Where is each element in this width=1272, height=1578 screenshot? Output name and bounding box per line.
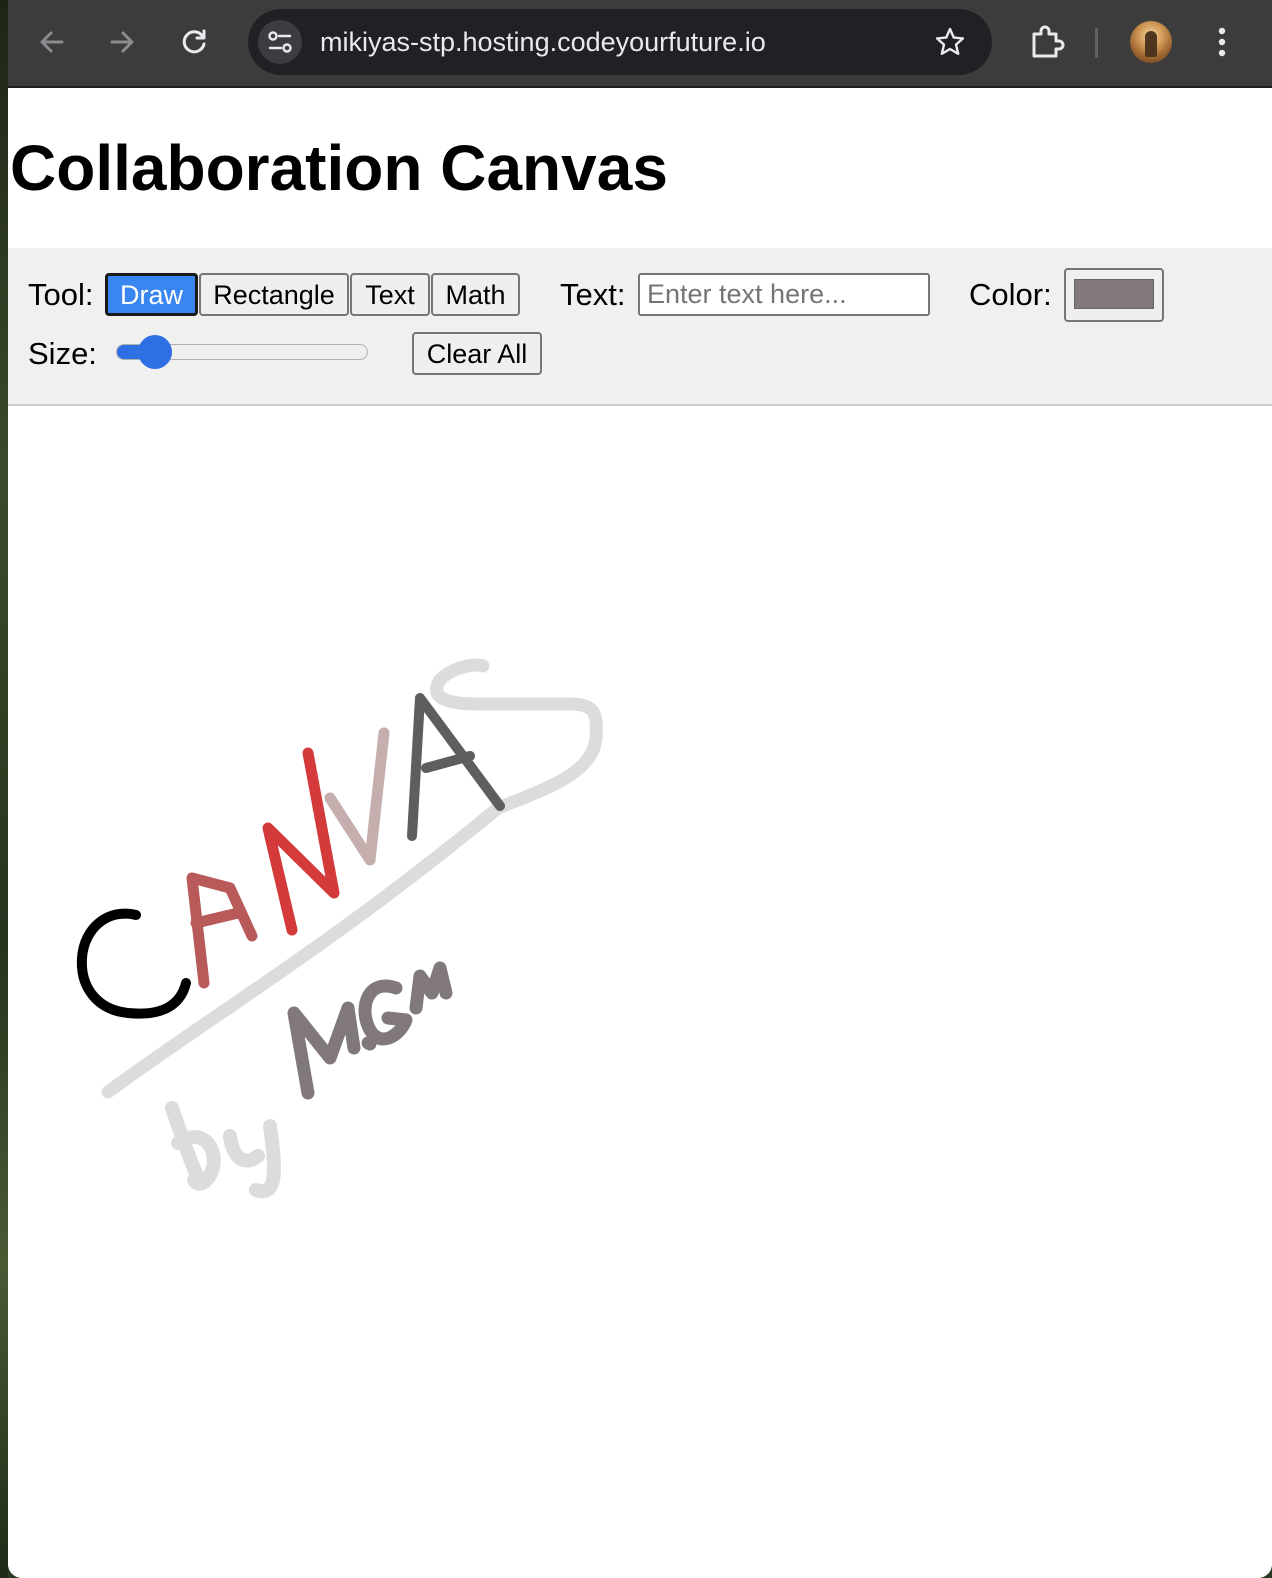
browser-window: mikiyas-stp.hosting.codeyourfuture.io Co… xyxy=(8,0,1272,1578)
web-page: Collaboration Canvas Tool: Draw Rectangl… xyxy=(8,90,1272,1578)
stroke-letter-c-black xyxy=(76,908,191,1019)
tool-text-button[interactable]: Text xyxy=(350,273,430,316)
toolbar-divider xyxy=(1095,28,1098,58)
address-bar[interactable]: mikiyas-stp.hosting.codeyourfuture.io xyxy=(248,9,992,75)
tool-math-button[interactable]: Math xyxy=(431,273,520,316)
size-label: Size: xyxy=(28,336,97,371)
color-picker[interactable] xyxy=(1064,268,1164,322)
clear-all-button[interactable]: Clear All xyxy=(412,332,542,375)
stroke-mgm-warm-gray xyxy=(287,961,453,1100)
tool-draw-button[interactable]: Draw xyxy=(105,273,198,316)
color-swatch xyxy=(1074,279,1154,309)
stroke-by-light-gray xyxy=(165,1101,281,1199)
stroke-letter-a-dark-red xyxy=(186,872,258,989)
tool-rectangle-button[interactable]: Rectangle xyxy=(199,273,349,316)
browser-toolbar: mikiyas-stp.hosting.codeyourfuture.io xyxy=(8,0,1272,88)
back-arrow-icon[interactable] xyxy=(30,20,74,64)
forward-arrow-icon[interactable] xyxy=(100,20,144,64)
color-label: Color: xyxy=(969,277,1052,312)
controls-toolbar: Tool: Draw Rectangle Text Math Text: Col… xyxy=(8,248,1272,406)
text-input[interactable] xyxy=(638,273,930,316)
desktop-background xyxy=(0,0,8,1578)
stroke-letter-n-red xyxy=(262,747,340,936)
canvas-drawing xyxy=(76,658,603,1199)
text-label: Text: xyxy=(560,277,626,312)
profile-avatar[interactable] xyxy=(1130,21,1172,63)
url-text[interactable]: mikiyas-stp.hosting.codeyourfuture.io xyxy=(320,27,766,57)
drawing-canvas[interactable] xyxy=(8,408,1272,1578)
reload-icon[interactable] xyxy=(172,20,216,64)
extensions-icon[interactable] xyxy=(1026,22,1066,62)
star-icon[interactable] xyxy=(934,26,966,58)
more-menu-icon[interactable] xyxy=(1212,24,1232,64)
site-settings-icon[interactable] xyxy=(258,20,302,64)
stroke-letter-v-mauve xyxy=(324,727,390,866)
page-title: Collaboration Canvas xyxy=(10,132,668,204)
tool-label: Tool: xyxy=(28,277,94,312)
size-slider-thumb[interactable] xyxy=(137,335,172,369)
